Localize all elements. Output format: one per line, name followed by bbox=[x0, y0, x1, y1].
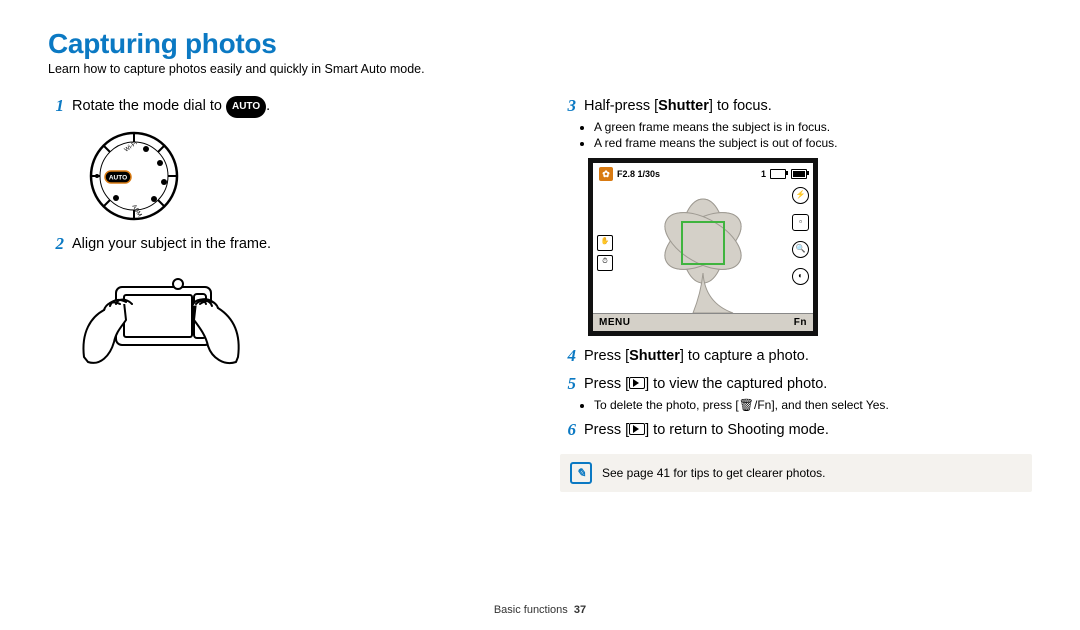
step-4: 4 Press [Shutter] to capture a photo. bbox=[560, 346, 1032, 366]
exposure-readout: F2.8 1/30s bbox=[617, 169, 660, 179]
step-1: 1 Rotate the mode dial to AUTO. bbox=[48, 96, 520, 118]
lcd-right-indicators: ⚡ ▫ 🔍 ◐ bbox=[792, 187, 809, 285]
step-text: Press [] to view the captured photo. bbox=[584, 374, 827, 394]
lcd-left-indicators: ✋ ⏱ bbox=[597, 235, 613, 271]
tip-text: See page 41 for tips to get clearer phot… bbox=[602, 466, 825, 480]
trash-fn-icon: 🗑/Fn bbox=[739, 398, 772, 412]
macro-icon: ✿ bbox=[599, 167, 613, 181]
note-icon: ✎ bbox=[570, 462, 592, 484]
shot-count: 1 bbox=[761, 169, 766, 179]
tip-callout: ✎ See page 41 for tips to get clearer ph… bbox=[560, 454, 1032, 492]
step-number: 2 bbox=[48, 234, 64, 254]
lcd-preview-illustration: ✿ F2.8 1/30s 1 ⚡ ▫ 🔍 ◐ bbox=[588, 158, 818, 336]
step-5: 5 Press [] to view the captured photo. bbox=[560, 374, 1032, 394]
sd-card-icon bbox=[770, 169, 786, 179]
page-footer: Basic functions 37 bbox=[0, 604, 1080, 616]
step-5-notes: To delete the photo, press [🗑/Fn], and t… bbox=[594, 398, 1032, 412]
page-subtitle: Learn how to capture photos easily and q… bbox=[48, 62, 1032, 76]
step-text: Press [Shutter] to capture a photo. bbox=[584, 346, 809, 366]
step-text: Rotate the mode dial to AUTO. bbox=[72, 96, 270, 118]
stabilizer-icon: ✋ bbox=[597, 235, 613, 251]
menu-softkey: MENU bbox=[599, 317, 630, 328]
mode-indicator-icon: ◐ bbox=[792, 268, 809, 285]
playback-icon bbox=[629, 423, 645, 435]
step-3-notes: A green frame means the subject is in fo… bbox=[594, 120, 1032, 150]
fn-softkey: Fn bbox=[794, 317, 807, 328]
step-text: Align your subject in the frame. bbox=[72, 234, 271, 254]
flash-icon: ⚡ bbox=[792, 187, 809, 204]
step-number: 4 bbox=[560, 346, 576, 366]
step-number: 3 bbox=[560, 96, 576, 116]
timer-icon: ⏱ bbox=[597, 255, 613, 271]
hold-camera-illustration bbox=[76, 262, 520, 387]
svg-text:AUTO: AUTO bbox=[109, 175, 127, 182]
auto-mode-icon: AUTO bbox=[226, 96, 266, 118]
page-title: Capturing photos bbox=[48, 28, 1032, 60]
step-text: Press [] to return to Shooting mode. bbox=[584, 420, 829, 440]
playback-icon bbox=[629, 377, 645, 389]
zoom-icon: 🔍 bbox=[792, 241, 809, 258]
size-icon: ▫ bbox=[792, 214, 809, 231]
step-number: 1 bbox=[48, 96, 64, 118]
step-3: 3 Half-press [Shutter] to focus. bbox=[560, 96, 1032, 116]
step-text: Half-press [Shutter] to focus. bbox=[584, 96, 772, 116]
step-6: 6 Press [] to return to Shooting mode. bbox=[560, 420, 1032, 440]
mode-dial-illustration: AUTO Wi-Fi ASM bbox=[76, 126, 520, 226]
step-2: 2 Align your subject in the frame. bbox=[48, 234, 520, 254]
battery-icon bbox=[791, 169, 807, 179]
dial-indicator-dot bbox=[95, 174, 99, 178]
step-number: 5 bbox=[560, 374, 576, 394]
step-number: 6 bbox=[560, 420, 576, 440]
focus-frame bbox=[681, 221, 725, 265]
